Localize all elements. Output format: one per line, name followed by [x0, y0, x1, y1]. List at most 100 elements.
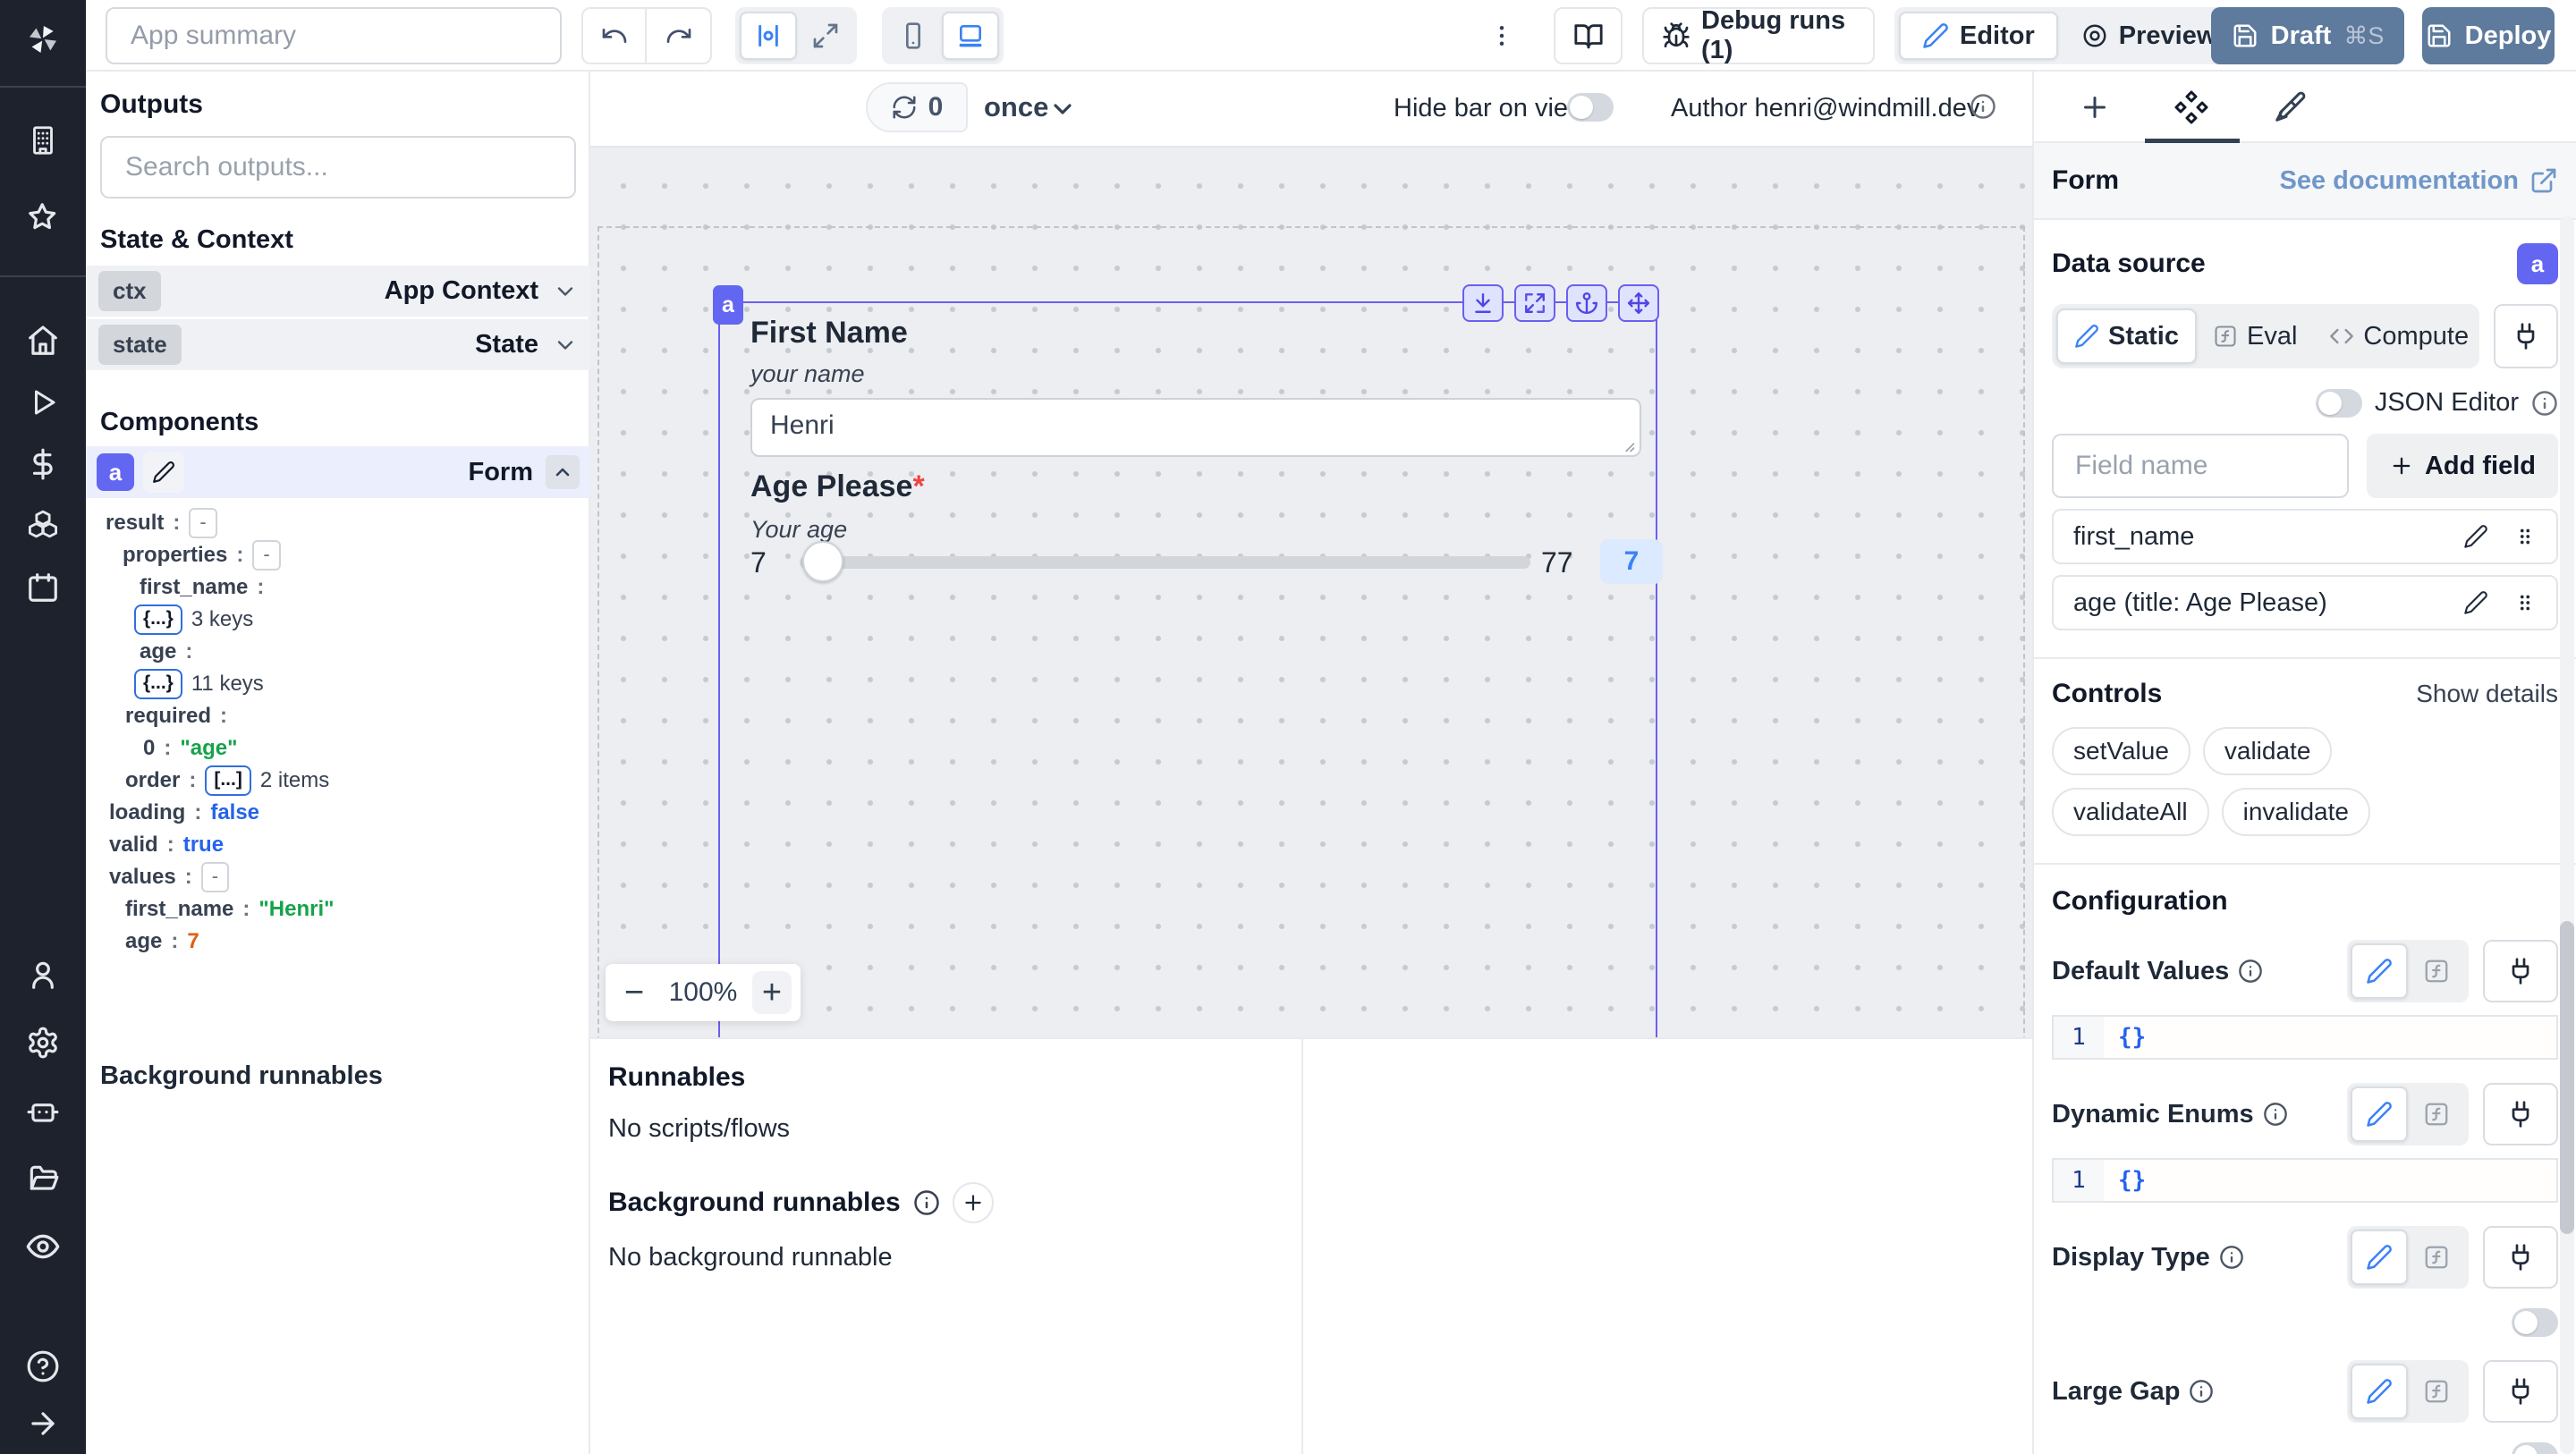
- textarea-resize-handle[interactable]: [1618, 435, 1636, 453]
- show-details-link[interactable]: Show details: [2416, 680, 2558, 708]
- tab-component-settings-icon[interactable]: [2170, 86, 2213, 129]
- chevron-down-icon[interactable]: [1048, 95, 1077, 123]
- anchor-button[interactable]: [1566, 284, 1607, 322]
- tree-row[interactable]: first_name: "Henri": [100, 893, 574, 926]
- state-row[interactable]: state State: [86, 319, 590, 370]
- more-options-kebab-icon[interactable]: [1480, 14, 1523, 57]
- drag-handle-icon[interactable]: [2513, 525, 2537, 548]
- pill-validateall[interactable]: validateAll: [2052, 788, 2209, 836]
- pill-validate[interactable]: validate: [2202, 727, 2333, 775]
- move-button[interactable]: [1618, 284, 1659, 322]
- user-icon[interactable]: [25, 957, 61, 993]
- tree-row[interactable]: first_name:: [100, 571, 574, 604]
- tree-row[interactable]: age:7: [100, 926, 574, 958]
- object-token[interactable]: {...}: [134, 604, 182, 635]
- static-pencil-button[interactable]: [2351, 943, 2408, 999]
- eval-function-button[interactable]: [2408, 1230, 2465, 1285]
- connect-plug-button[interactable]: [2483, 940, 2558, 1002]
- tree-row[interactable]: {...} 3 keys: [100, 604, 574, 636]
- chevron-down-icon[interactable]: [553, 333, 578, 358]
- ctx-row[interactable]: ctx App Context: [86, 266, 590, 317]
- resources-boxes-icon[interactable]: [25, 508, 61, 544]
- display-type-toggle[interactable]: [2512, 1308, 2558, 1337]
- form-component-selected[interactable]: a First Name your name Henri Age Please*…: [713, 284, 1663, 1069]
- zoom-in-button[interactable]: +: [752, 971, 792, 1014]
- hide-bar-toggle[interactable]: [1567, 93, 1614, 122]
- field-row-age[interactable]: age (title: Age Please): [2052, 575, 2558, 630]
- connect-plug-button[interactable]: [2483, 1083, 2558, 1145]
- field-row-first-name[interactable]: first_name: [2052, 509, 2558, 564]
- static-pencil-button[interactable]: [2351, 1230, 2408, 1285]
- refresh-count-button[interactable]: 0: [866, 82, 968, 132]
- workspace-icon[interactable]: [25, 123, 61, 158]
- undo-button[interactable]: [583, 9, 647, 63]
- desktop-view-button[interactable]: [942, 12, 999, 60]
- info-icon[interactable]: [2531, 390, 2558, 417]
- json-editor-toggle[interactable]: [2315, 388, 2362, 418]
- home-icon[interactable]: [25, 323, 61, 359]
- chevron-down-icon[interactable]: [553, 279, 578, 304]
- add-background-runnable-button[interactable]: [952, 1182, 994, 1223]
- tab-static[interactable]: Static: [2056, 309, 2197, 364]
- audit-eye-icon[interactable]: [25, 1229, 61, 1264]
- info-icon[interactable]: [2238, 959, 2263, 984]
- edit-pencil-icon[interactable]: [2463, 524, 2488, 549]
- tree-row[interactable]: 0: "age": [100, 732, 574, 765]
- info-icon[interactable]: [2219, 1245, 2244, 1270]
- tab-styling-brush-icon[interactable]: [2268, 86, 2311, 129]
- tab-compute[interactable]: Compute: [2313, 309, 2485, 364]
- rename-pencil-icon[interactable]: [143, 452, 184, 493]
- tree-row[interactable]: result: -: [100, 507, 574, 539]
- pill-invalidate[interactable]: invalidate: [2221, 788, 2370, 836]
- redo-button[interactable]: [647, 9, 710, 63]
- panel-scrollbar-thumb[interactable]: [2560, 921, 2574, 1234]
- tab-editor[interactable]: Editor: [1899, 12, 2058, 60]
- tree-row[interactable]: order: [...] 2 items: [100, 765, 574, 797]
- tree-row[interactable]: properties: -: [100, 539, 574, 571]
- draft-button[interactable]: Draft ⌘S: [2211, 7, 2404, 64]
- tree-row[interactable]: values: -: [100, 861, 574, 893]
- fullscreen-button[interactable]: [1514, 284, 1555, 322]
- tab-eval[interactable]: Eval: [2197, 309, 2313, 364]
- code-content[interactable]: {}: [2104, 1017, 2556, 1058]
- tree-row[interactable]: required:: [100, 700, 574, 732]
- eval-function-button[interactable]: [2408, 1086, 2465, 1142]
- object-token[interactable]: {...}: [134, 669, 182, 699]
- static-pencil-button[interactable]: [2351, 1364, 2408, 1419]
- tab-insert-plus-icon[interactable]: [2073, 86, 2116, 129]
- workers-bot-icon[interactable]: [25, 1093, 61, 1129]
- canvas-grid[interactable]: a First Name your name Henri Age Please*…: [590, 146, 2032, 1078]
- collapse-box[interactable]: -: [252, 540, 281, 571]
- array-token[interactable]: [...]: [205, 765, 251, 796]
- help-icon[interactable]: [25, 1348, 61, 1384]
- default-values-code-editor[interactable]: 1 {}: [2052, 1015, 2558, 1060]
- run-frequency-dropdown[interactable]: once: [984, 91, 1048, 123]
- centered-layout-button[interactable]: [740, 12, 797, 60]
- edit-pencil-icon[interactable]: [2463, 590, 2488, 615]
- deploy-button[interactable]: Deploy: [2422, 7, 2555, 64]
- large-gap-toggle[interactable]: [2512, 1442, 2558, 1454]
- windmill-logo[interactable]: [25, 21, 61, 57]
- component-row-form[interactable]: a Form: [86, 446, 590, 498]
- add-field-button[interactable]: Add field: [2367, 434, 2558, 498]
- connect-plug-button[interactable]: [2483, 1226, 2558, 1289]
- folders-icon[interactable]: [25, 1161, 61, 1196]
- connect-plug-button[interactable]: [2483, 1360, 2558, 1423]
- zoom-out-button[interactable]: −: [614, 971, 654, 1014]
- schedules-calendar-icon[interactable]: [25, 570, 61, 605]
- collapse-arrow-right-icon[interactable]: [25, 1406, 61, 1441]
- see-documentation-link[interactable]: See documentation: [2280, 166, 2559, 196]
- expand-down-button[interactable]: [1462, 284, 1504, 322]
- collapse-box[interactable]: -: [189, 508, 217, 538]
- app-summary-input[interactable]: [106, 7, 562, 64]
- drag-handle-icon[interactable]: [2513, 591, 2537, 614]
- dynamic-enums-code-editor[interactable]: 1 {}: [2052, 1158, 2558, 1203]
- slider-handle[interactable]: [802, 541, 843, 582]
- info-icon[interactable]: [1970, 93, 1996, 120]
- docs-book-button[interactable]: [1554, 7, 1623, 64]
- collapse-box[interactable]: -: [200, 862, 230, 892]
- field-name-input[interactable]: [2052, 434, 2349, 498]
- chevron-up-icon[interactable]: [546, 455, 580, 489]
- code-content[interactable]: {}: [2104, 1160, 2556, 1201]
- panel-scrollbar-track[interactable]: [2560, 216, 2574, 1454]
